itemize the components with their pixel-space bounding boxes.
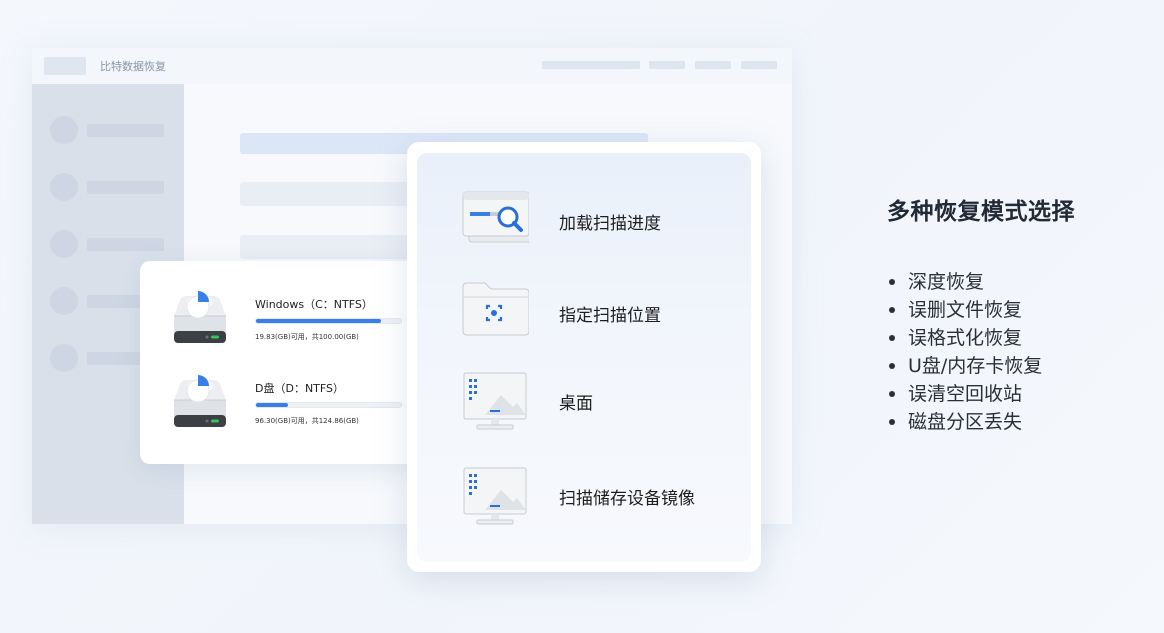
drive-usage-fill: [256, 319, 381, 323]
drive-usage-fill: [256, 403, 288, 407]
bullet-dot: [889, 363, 895, 369]
mode-label: 指定扫描位置: [559, 306, 661, 326]
title-bar: 比特数据恢复: [32, 48, 792, 84]
drive-item-d[interactable]: D盘（D：NTFS） 96.30(GB)可用，共124.86(GB): [140, 372, 430, 444]
feature-text: 误格式化恢复: [908, 327, 1023, 349]
feature-item: 深度恢复: [889, 268, 1042, 296]
recovery-mode-list: 加载扫描进度 指定扫描位置 桌面 扫描储存设备镜像: [417, 153, 751, 562]
mode-load-scan-progress[interactable]: 加载扫描进度: [417, 189, 751, 259]
bullet-dot: [889, 307, 895, 313]
feature-text: 误清空回收站: [908, 383, 1023, 405]
recovery-mode-card: 加载扫描进度 指定扫描位置 桌面 扫描储存设备镜像: [407, 142, 761, 572]
sidebar-placeholder-item: [50, 230, 170, 258]
desktop-monitor-icon: [463, 372, 527, 430]
drive-name: D盘（D：NTFS）: [255, 382, 345, 395]
content-placeholder-bar: [240, 182, 410, 206]
drive-usage-bar: [255, 402, 402, 408]
title-bar-placeholder: [741, 61, 777, 69]
drive-item-c[interactable]: Windows（C：NTFS） 19.83(GB)可用，共100.00(GB): [140, 288, 430, 360]
load-scan-progress-icon: [462, 191, 529, 243]
sidebar-placeholder-item: [50, 173, 170, 201]
storage-image-monitor-icon: [463, 467, 527, 525]
mode-label: 桌面: [559, 394, 593, 414]
sidebar-placeholder-item: [50, 116, 170, 144]
app-logo: [44, 57, 86, 75]
app-title: 比特数据恢复: [100, 60, 166, 73]
feature-item: 误格式化恢复: [889, 324, 1042, 352]
feature-text: 磁盘分区丢失: [908, 411, 1023, 433]
bullet-dot: [889, 419, 895, 425]
scan-location-folder-icon: [462, 282, 529, 336]
bullet-dot: [889, 391, 895, 397]
title-bar-placeholder: [542, 61, 640, 69]
feature-item: 磁盘分区丢失: [889, 408, 1042, 436]
mode-desktop[interactable]: 桌面: [417, 371, 751, 441]
feature-list: 深度恢复 误删文件恢复 误格式化恢复 U盘/内存卡恢复 误清空回收站 磁盘分区丢…: [889, 268, 1042, 436]
feature-item: 误删文件恢复: [889, 296, 1042, 324]
mode-scan-storage-image[interactable]: 扫描储存设备镜像: [417, 466, 751, 536]
bullet-dot: [889, 335, 895, 341]
title-bar-placeholder: [695, 61, 731, 69]
feature-text: U盘/内存卡恢复: [908, 355, 1043, 377]
feature-item: 误清空回收站: [889, 380, 1042, 408]
bullet-dot: [889, 279, 895, 285]
drive-list-card: Windows（C：NTFS） 19.83(GB)可用，共100.00(GB) …: [140, 261, 430, 464]
hard-disk-icon: [174, 375, 226, 427]
drive-space-info: 96.30(GB)可用，共124.86(GB): [255, 417, 359, 425]
mode-label: 扫描储存设备镜像: [559, 489, 695, 509]
mode-specify-scan-location[interactable]: 指定扫描位置: [417, 279, 751, 349]
feature-title: 多种恢复模式选择: [887, 199, 1075, 225]
drive-usage-bar: [255, 318, 402, 324]
feature-item: U盘/内存卡恢复: [889, 352, 1042, 380]
drive-space-info: 19.83(GB)可用，共100.00(GB): [255, 333, 359, 341]
drive-name: Windows（C：NTFS）: [255, 298, 373, 311]
title-bar-placeholder: [649, 61, 685, 69]
mode-label: 加载扫描进度: [559, 214, 661, 234]
feature-text: 误删文件恢复: [908, 299, 1023, 321]
content-placeholder-bar: [240, 235, 410, 259]
hard-disk-icon: [174, 291, 226, 343]
feature-text: 深度恢复: [908, 271, 985, 293]
